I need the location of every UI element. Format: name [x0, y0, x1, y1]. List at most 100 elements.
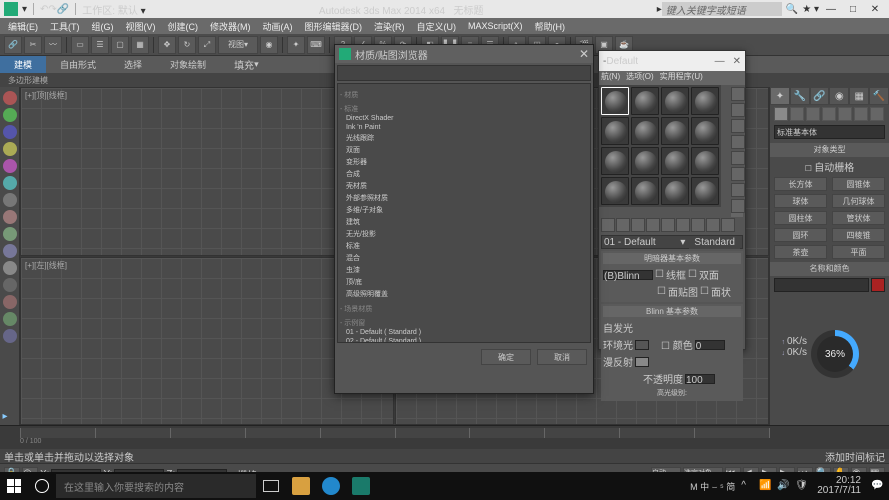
mated-getmat-icon[interactable]: [601, 218, 615, 232]
taskbar-app-browser[interactable]: [316, 472, 346, 500]
mated-close-icon[interactable]: ✕: [733, 56, 741, 67]
taskbar-app-3dsmax[interactable]: [346, 472, 376, 500]
material-slot[interactable]: [631, 177, 659, 205]
primitive-torus-button[interactable]: 圆环: [774, 228, 827, 242]
left-tool-11[interactable]: [3, 261, 17, 275]
accelerator-gauge[interactable]: 36%: [811, 330, 859, 378]
primitive-pyramid-button[interactable]: 四棱锥: [832, 228, 885, 242]
search-input[interactable]: 键入关键字或短语: [662, 2, 782, 16]
menu-view[interactable]: 视图(V): [126, 20, 156, 33]
material-slot[interactable]: [691, 147, 719, 175]
menu-group[interactable]: 组(G): [92, 20, 114, 33]
mated-options-icon[interactable]: [731, 183, 745, 197]
matbrowser-item[interactable]: 壳材质: [340, 180, 588, 192]
material-slot[interactable]: [631, 147, 659, 175]
qat-link-icon[interactable]: 🔗: [57, 4, 69, 15]
matbrowser-item[interactable]: DirectX Shader: [340, 114, 588, 123]
select-rect-icon[interactable]: ▢: [111, 36, 129, 54]
select-link-icon[interactable]: 🔗: [4, 36, 22, 54]
left-tool-3[interactable]: [3, 125, 17, 139]
matbrowser-item[interactable]: 变形器: [340, 156, 588, 168]
select-move-icon[interactable]: ✥: [158, 36, 176, 54]
matbrowser-item[interactable]: 虫漆: [340, 264, 588, 276]
cmdtab-modify-icon[interactable]: 🔧: [790, 87, 810, 105]
ref-coord-icon[interactable]: 视图▾: [218, 36, 258, 54]
material-slot[interactable]: [661, 147, 689, 175]
cortana-icon[interactable]: [28, 472, 56, 500]
workspace-label[interactable]: 工作区: 默认 ▾: [82, 2, 145, 17]
object-color-swatch[interactable]: [871, 278, 885, 292]
object-name-input[interactable]: [774, 278, 869, 292]
matbrowser-cancel-button[interactable]: 取消: [537, 349, 587, 365]
mated-wire-check[interactable]: 线框: [666, 267, 686, 282]
matbrowser-title-bar[interactable]: 材质/贴图浏览器 ✕: [335, 45, 593, 63]
rollout-namecolor-header[interactable]: 名称和颜色: [770, 262, 889, 276]
window-crossing-icon[interactable]: ▦: [131, 36, 149, 54]
mated-faceted-check[interactable]: 面状: [711, 284, 731, 299]
mated-selectbyMat-icon[interactable]: [731, 199, 745, 213]
menu-animation[interactable]: 动画(A): [263, 20, 293, 33]
ribbon-tab-freeform[interactable]: 自由形式: [46, 56, 110, 73]
mated-name-dropdown[interactable]: 01 - Default▾ Standard: [601, 235, 743, 249]
material-slot[interactable]: [661, 177, 689, 205]
menu-dropdown-icon[interactable]: ▾: [22, 4, 27, 15]
mated-opacity-spinner[interactable]: 100: [685, 374, 715, 384]
left-tool-9[interactable]: [3, 227, 17, 241]
matbrowser-item[interactable]: Ink 'n Paint: [340, 123, 588, 132]
matbrowser-item[interactable]: 双面: [340, 144, 588, 156]
timetag-button[interactable]: 添加时间标记: [825, 449, 885, 464]
tray-network-icon[interactable]: 📶: [759, 480, 771, 492]
time-slider[interactable]: 0 / 100: [0, 425, 889, 449]
create-geometry-icon[interactable]: [774, 107, 788, 121]
menu-create[interactable]: 创建(C): [168, 20, 199, 33]
taskbar-search-input[interactable]: 在这里输入你要搜索的内容: [56, 474, 256, 498]
primitive-tube-button[interactable]: 管状体: [832, 211, 885, 225]
tray-volume-icon[interactable]: 🔊: [777, 480, 789, 492]
left-tool-7[interactable]: [3, 193, 17, 207]
signin-icon[interactable]: ★ ▾: [802, 4, 819, 15]
matbrowser-group[interactable]: - 材质: [340, 90, 588, 100]
tray-clock[interactable]: 20:122017/7/11: [813, 476, 865, 496]
left-expand-icon[interactable]: ▸: [3, 411, 17, 425]
matbrowser-list[interactable]: - 材质 - 标准 DirectX Shader Ink 'n Paint 光线…: [337, 83, 591, 343]
mated-puttolibname-icon[interactable]: [691, 218, 705, 232]
material-slot[interactable]: [601, 87, 629, 115]
material-slot[interactable]: [631, 117, 659, 145]
mated-type-button[interactable]: Standard: [689, 236, 740, 249]
left-tool-15[interactable]: [3, 329, 17, 343]
search-icon[interactable]: 🔍: [786, 4, 798, 15]
primitive-geosphere-button[interactable]: 几何球体: [832, 194, 885, 208]
matbrowser-item[interactable]: 合成: [340, 168, 588, 180]
create-category-dropdown[interactable]: [774, 125, 885, 139]
matbrowser-item[interactable]: 无光/投影: [340, 228, 588, 240]
matbrowser-item[interactable]: 多维/子对象: [340, 204, 588, 216]
window-close-button[interactable]: ✕: [865, 2, 885, 16]
window-max-button[interactable]: □: [843, 2, 863, 16]
material-slot[interactable]: [691, 177, 719, 205]
cmdtab-utilities-icon[interactable]: 🔨: [869, 87, 889, 105]
create-spacewarps-icon[interactable]: [854, 107, 868, 121]
menu-tools[interactable]: 工具(T): [50, 20, 80, 33]
mated-sampletype-icon[interactable]: [731, 87, 745, 101]
select-name-icon[interactable]: ☰: [91, 36, 109, 54]
material-slot[interactable]: [661, 117, 689, 145]
tray-security-icon[interactable]: 🛡: [795, 480, 807, 492]
mated-matid-icon[interactable]: [706, 218, 720, 232]
keymode-icon[interactable]: ⌨: [307, 36, 325, 54]
cmdtab-display-icon[interactable]: ▦: [849, 87, 869, 105]
mated-reset-icon[interactable]: [646, 218, 660, 232]
mated-menu-nav[interactable]: 航(N): [601, 71, 620, 85]
material-slot[interactable]: [691, 117, 719, 145]
bind-spacewarp-icon[interactable]: 〰: [44, 36, 62, 54]
autogrid-checkbox[interactable]: ☐ 自动栅格: [770, 157, 889, 176]
mated-copy-icon[interactable]: [661, 218, 675, 232]
menu-rendering[interactable]: 渲染(R): [374, 20, 405, 33]
window-min-button[interactable]: —: [821, 2, 841, 16]
primitive-sphere-button[interactable]: 球体: [774, 194, 827, 208]
tray-chevron-icon[interactable]: ^: [741, 480, 753, 492]
left-tool-1[interactable]: [3, 91, 17, 105]
matbrowser-item[interactable]: 标准: [340, 240, 588, 252]
select-object-icon[interactable]: ▭: [71, 36, 89, 54]
mated-makeuniq-icon[interactable]: [676, 218, 690, 232]
menu-modifiers[interactable]: 修改器(M): [210, 20, 251, 33]
